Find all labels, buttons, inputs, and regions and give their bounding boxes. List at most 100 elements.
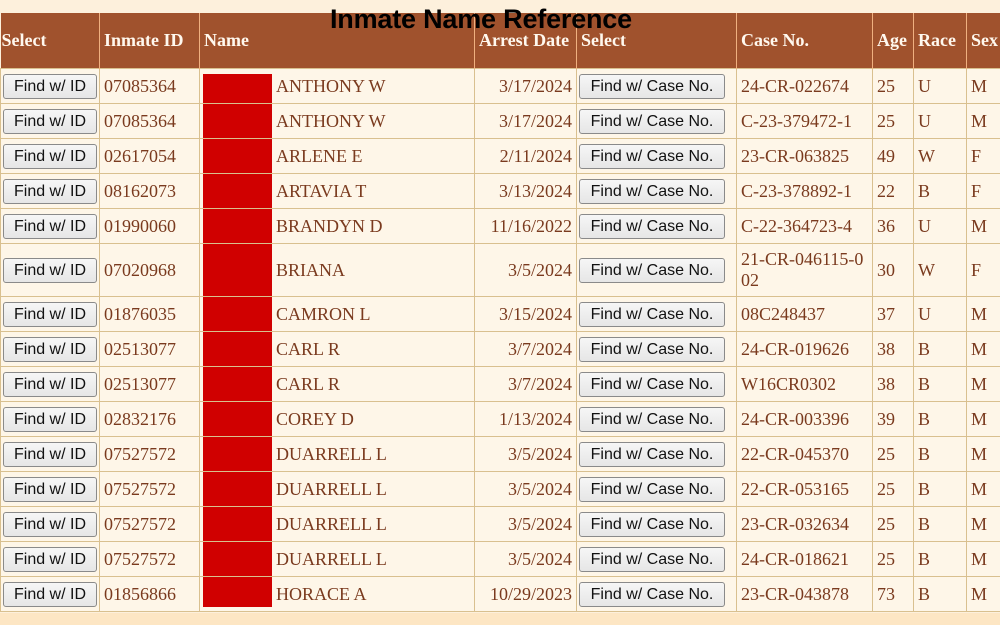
age-cell: 49	[872, 138, 914, 174]
find-with-case-no-button[interactable]: Find w/ Case No.	[579, 476, 725, 502]
inmate-id-cell: 07085364	[99, 68, 200, 104]
find-with-case-no-button[interactable]: Find w/ Case No.	[579, 143, 725, 169]
inmate-id-cell: 01990060	[99, 208, 200, 244]
select-case-cell: Find w/ Case No.	[576, 401, 737, 437]
find-with-case-no-button[interactable]: Find w/ Case No.	[579, 371, 725, 397]
find-with-id-button[interactable]: Find w/ ID	[3, 257, 97, 283]
redacted-surname-block	[203, 244, 272, 296]
age-cell: 25	[872, 103, 914, 139]
arrest-date-cell: 3/7/2024	[474, 366, 577, 402]
find-with-case-no-button[interactable]: Find w/ Case No.	[579, 213, 725, 239]
first-name-text: DUARRELL L	[276, 478, 387, 499]
find-with-case-no-button[interactable]: Find w/ Case No.	[579, 301, 725, 327]
header-race: Race	[913, 13, 967, 69]
find-with-case-no-button[interactable]: Find w/ Case No.	[579, 73, 725, 99]
select-id-cell: Find w/ ID	[0, 471, 100, 507]
case-no-cell: 24-CR-018621	[736, 541, 873, 577]
find-with-id-button[interactable]: Find w/ ID	[3, 301, 97, 327]
inmate-id-cell: 08162073	[99, 173, 200, 209]
select-id-cell: Find w/ ID	[0, 208, 100, 244]
find-with-id-button[interactable]: Find w/ ID	[3, 511, 97, 537]
table-row: Find w/ ID 01990060 BRANDYN D 11/16/2022…	[0, 208, 1000, 244]
redacted-surname-block	[203, 402, 272, 436]
name-cell: DUARRELL L	[199, 436, 475, 472]
first-name-text: CARL R	[276, 338, 340, 359]
find-with-id-button[interactable]: Find w/ ID	[3, 581, 97, 607]
find-with-id-button[interactable]: Find w/ ID	[3, 371, 97, 397]
table-body: Find w/ ID 07085364 ANTHONY W 3/17/2024 …	[0, 68, 1000, 612]
name-cell: BRIANA	[199, 243, 475, 297]
select-case-cell: Find w/ Case No.	[576, 243, 737, 297]
redacted-surname-block	[203, 577, 272, 607]
sex-cell: F	[966, 138, 1000, 174]
arrest-date-cell: 10/29/2023	[474, 576, 577, 612]
case-no-cell: C-22-364723-4	[736, 208, 873, 244]
find-with-id-button[interactable]: Find w/ ID	[3, 213, 97, 239]
arrest-date-cell: 3/17/2024	[474, 103, 577, 139]
find-with-id-button[interactable]: Find w/ ID	[3, 336, 97, 362]
arrest-date-cell: 3/5/2024	[474, 436, 577, 472]
find-with-id-button[interactable]: Find w/ ID	[3, 546, 97, 572]
find-with-id-button[interactable]: Find w/ ID	[3, 108, 97, 134]
first-name-text: COREY D	[276, 408, 354, 429]
select-id-cell: Find w/ ID	[0, 138, 100, 174]
find-with-case-no-button[interactable]: Find w/ Case No.	[579, 108, 725, 134]
sex-cell: M	[966, 366, 1000, 402]
find-with-case-no-button[interactable]: Find w/ Case No.	[579, 546, 725, 572]
arrest-date-cell: 3/5/2024	[474, 506, 577, 542]
redacted-surname-block	[203, 437, 272, 471]
table-row: Find w/ ID 01856866 HORACE A 10/29/2023 …	[0, 576, 1000, 612]
age-cell: 37	[872, 296, 914, 332]
find-with-case-no-button[interactable]: Find w/ Case No.	[579, 581, 725, 607]
select-id-cell: Find w/ ID	[0, 103, 100, 139]
redacted-surname-block	[203, 174, 272, 208]
first-name-text: BRIANA	[276, 259, 346, 280]
select-case-cell: Find w/ Case No.	[576, 436, 737, 472]
find-with-id-button[interactable]: Find w/ ID	[3, 143, 97, 169]
select-id-cell: Find w/ ID	[0, 331, 100, 367]
race-cell: W	[913, 138, 967, 174]
find-with-case-no-button[interactable]: Find w/ Case No.	[579, 336, 725, 362]
table-row: Find w/ ID 02513077 CARL R 3/7/2024 Find…	[0, 366, 1000, 402]
sex-cell: M	[966, 541, 1000, 577]
find-with-case-no-button[interactable]: Find w/ Case No.	[579, 441, 725, 467]
age-cell: 25	[872, 506, 914, 542]
race-cell: U	[913, 68, 967, 104]
case-no-cell: 23-CR-032634	[736, 506, 873, 542]
table-row: Find w/ ID 07527572 DUARRELL L 3/5/2024 …	[0, 471, 1000, 507]
case-no-cell: 24-CR-003396	[736, 401, 873, 437]
find-with-case-no-button[interactable]: Find w/ Case No.	[579, 178, 725, 204]
page-title: Inmate Name Reference	[330, 4, 632, 34]
race-cell: B	[913, 366, 967, 402]
sex-cell: M	[966, 576, 1000, 612]
find-with-case-no-button[interactable]: Find w/ Case No.	[579, 511, 725, 537]
table-row: Find w/ ID 01876035 CAMRON L 3/15/2024 F…	[0, 296, 1000, 332]
name-cell: DUARRELL L	[199, 541, 475, 577]
sex-cell: F	[966, 243, 1000, 297]
find-with-case-no-button[interactable]: Find w/ Case No.	[579, 406, 725, 432]
find-with-id-button[interactable]: Find w/ ID	[3, 441, 97, 467]
find-with-id-button[interactable]: Find w/ ID	[3, 178, 97, 204]
inmate-id-cell: 02617054	[99, 138, 200, 174]
table-row: Find w/ ID 02617054 ARLENE E 2/11/2024 F…	[0, 138, 1000, 174]
race-cell: B	[913, 576, 967, 612]
find-with-case-no-button[interactable]: Find w/ Case No.	[579, 257, 725, 283]
arrest-date-cell: 3/17/2024	[474, 68, 577, 104]
first-name-text: ARTAVIA T	[276, 180, 367, 201]
select-id-cell: Find w/ ID	[0, 541, 100, 577]
name-cell: ARLENE E	[199, 138, 475, 174]
select-case-cell: Find w/ Case No.	[576, 296, 737, 332]
find-with-id-button[interactable]: Find w/ ID	[3, 476, 97, 502]
find-with-id-button[interactable]: Find w/ ID	[3, 73, 97, 99]
find-with-id-button[interactable]: Find w/ ID	[3, 406, 97, 432]
name-cell: DUARRELL L	[199, 471, 475, 507]
header-age: Age	[872, 13, 914, 69]
table-row: Find w/ ID 07527572 DUARRELL L 3/5/2024 …	[0, 436, 1000, 472]
select-case-cell: Find w/ Case No.	[576, 506, 737, 542]
arrest-date-cell: 3/15/2024	[474, 296, 577, 332]
first-name-text: HORACE A	[276, 583, 367, 604]
select-case-cell: Find w/ Case No.	[576, 331, 737, 367]
select-id-cell: Find w/ ID	[0, 576, 100, 612]
select-case-cell: Find w/ Case No.	[576, 541, 737, 577]
case-no-cell: 24-CR-019626	[736, 331, 873, 367]
